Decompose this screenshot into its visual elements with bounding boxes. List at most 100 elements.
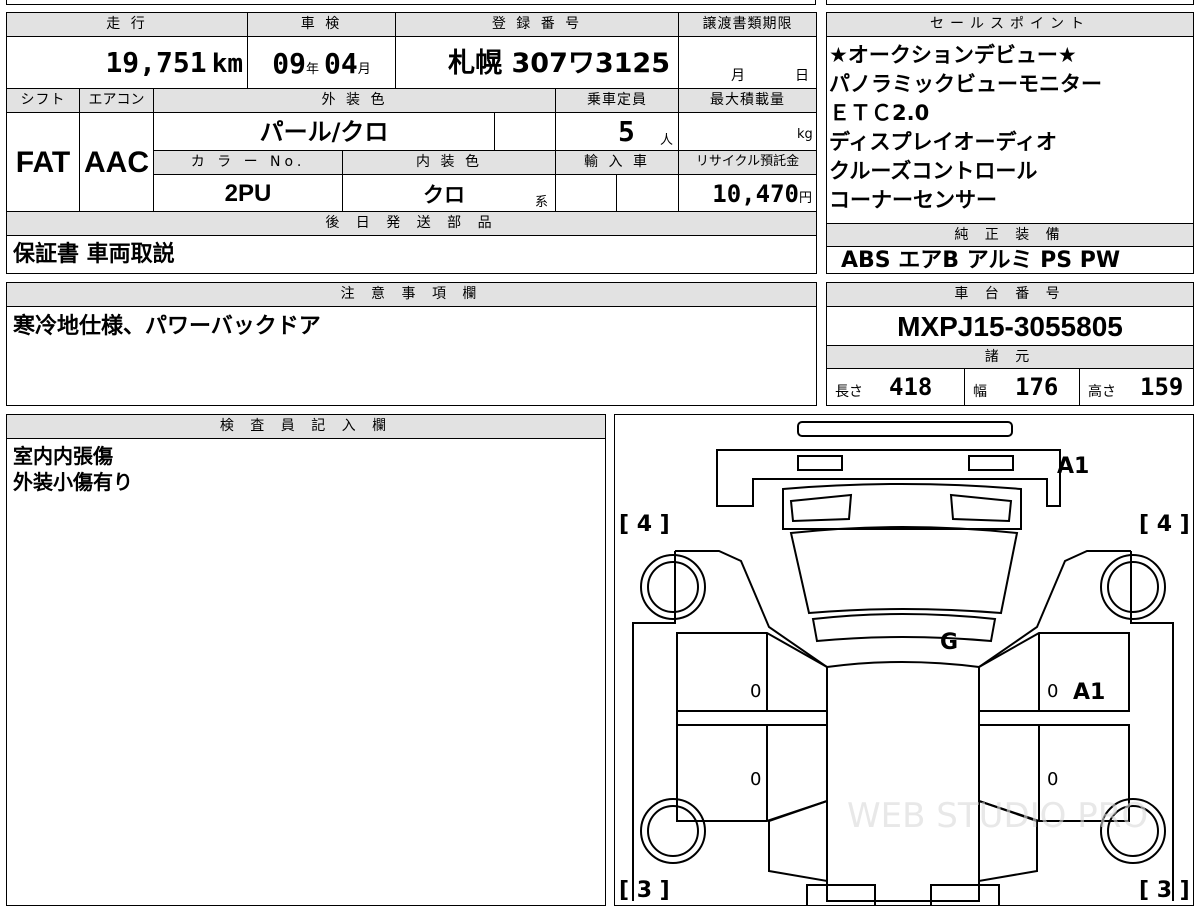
rear-bumper [806,884,876,905]
wheel-front-left [640,554,706,620]
sales-point-item: クルーズコントロール [829,159,1038,183]
sales-points-label: セールスポイント [827,13,1193,37]
load-unit: kg [797,127,813,142]
length-label: 長さ [835,384,863,400]
capacity-unit: 人 [660,133,674,148]
chassis-number: MXPJ15-3055805 [897,311,1123,342]
registration-number: 札幌 307ワ3125 [448,48,670,79]
height-label: 高さ [1088,384,1116,400]
inspector-panel: 検 査 員 記 入 欄 室内内張傷 外装小傷有り [6,414,606,906]
sales-points-panel: セールスポイント ★オークションデビュー★ パノラミックビューモニター ＥＴＣ2… [826,12,1194,274]
sales-point-item: ★オークションデビュー★ [829,43,1077,67]
color-no-value: 2PU [154,175,343,212]
tire-rear-right: [ 3 ] [1139,878,1190,903]
damage-mark-front: A1 [1057,454,1089,479]
front-bumper [797,421,1013,437]
capacity-cell: 5 人 [556,113,679,151]
inspection-cell: 09年 04月 [248,37,396,89]
aircon-value: AAC [80,113,154,212]
mileage-label: 走 行 [7,13,248,37]
exterior-color-value: パール/クロ [259,118,389,146]
door-mark: 0 [1047,769,1058,790]
interior-color-value: クロ [423,183,465,207]
notes-value: 寒冷地仕様、パワーバックドア [13,314,321,339]
import-cell-b [617,175,679,212]
wheel-rear-left [640,798,706,864]
sales-point-item: ＥＴＣ2.0 [829,101,930,125]
later-parts-label: 後 日 発 送 部 品 [7,212,816,236]
recycle-label: リサイクル預託金 [679,151,816,175]
shift-value: FAT [7,113,80,212]
hood-inner [782,483,1022,530]
rear-bumper-right [930,884,1000,905]
exterior-color-label: 外 装 色 [154,89,556,113]
sales-points-list: ★オークションデビュー★ パノラミックビューモニター ＥＴＣ2.0 ディスプレイ… [829,41,1191,215]
recycle-unit: 円 [798,191,812,206]
max-load-cell: kg [679,113,816,151]
aircon-label: エアコン [80,89,154,113]
chassis-label: 車 台 番 号 [827,283,1193,307]
sales-point-item: ディスプレイオーディオ [829,130,1058,154]
door-mark: 0 [750,681,761,702]
month-unit: 月 [357,62,371,77]
front-light-right [968,455,1014,471]
door-mark: 0 [1047,681,1058,702]
interior-color-cell: クロ 系 [343,175,556,212]
specs-label: 諸 元 [827,345,1193,369]
exterior-color-extra [495,113,556,151]
inspection-month: 04 [324,47,358,80]
damage-mark-windshield: G [940,630,958,655]
length-cell: 長さ 418 [827,369,965,405]
front-body-outline [716,449,1061,507]
year-unit: 年 [305,62,319,77]
height-cell: 高さ 159 [1080,369,1193,405]
wheel-front-right-inner [1107,561,1159,613]
height-value: 159 [1140,373,1184,401]
sales-point-item: コーナーセンサー [829,188,997,212]
watermark: WEB STUDIO PRO [847,796,1148,836]
width-value: 176 [1015,373,1059,401]
mileage-cell: 19,751 km [7,37,248,89]
rear-quarter-left [768,799,828,883]
capacity-value: 5 [618,115,635,148]
wheel-front-right [1100,554,1166,620]
chassis-panel: 車 台 番 号 MXPJ15-3055805 諸 元 長さ 418 幅 176 … [826,282,1194,406]
inspection-label: 車 検 [248,13,396,37]
tire-rear-left: [ 3 ] [619,878,670,903]
recycle-cell: 10,470円 [679,175,816,212]
damage-mark-right-door: A1 [1073,680,1105,705]
tire-front-right: [ 4 ] [1139,512,1190,537]
roof-panel [826,661,980,902]
notes-label: 注 意 事 項 欄 [7,283,816,307]
hood-vent-left [789,493,853,523]
inspector-line: 外装小傷有り [13,470,133,494]
recycle-value: 10,470 [712,180,799,208]
door-mark: 0 [750,769,761,790]
roof-front [811,613,997,643]
windshield [789,526,1019,615]
genuine-equipment-label: 純 正 装 備 [827,223,1193,247]
registration-label: 登 録 番 号 [396,13,679,37]
import-cell-a [556,175,617,212]
genuine-equipment-value: ABS エアB アルミ PS PW [841,248,1121,273]
car-diagram-panel: [ 4 ] [ 4 ] [ 3 ] [ 3 ] A1 G A1 0 0 0 0 … [614,414,1194,906]
inspection-year: 09 [272,47,306,80]
tire-front-left: [ 4 ] [619,512,670,537]
vehicle-info-grid: 走 行 車 検 登 録 番 号 譲渡書類期限 19,751 km 09年 04月… [6,12,817,274]
interior-color-label: 内 装 色 [343,151,556,175]
deadline-day-unit: 日 [795,68,809,84]
mileage-value: 19,751 [105,46,207,79]
wheel-rear-left-inner [647,805,699,857]
wheel-front-left-inner [647,561,699,613]
front-light-left [797,455,843,471]
car-diagram: [ 4 ] [ 4 ] [ 3 ] [ 3 ] A1 G A1 0 0 0 0 … [619,421,1190,905]
top-edge [0,0,1200,6]
hood-vent-right [949,493,1013,523]
interior-suffix: 系 [535,195,549,210]
capacity-label: 乗車定員 [556,89,679,113]
registration-cell: 札幌 307ワ3125 [396,37,679,89]
width-label: 幅 [973,384,987,400]
color-no-label: カ ラ ー No. [154,151,343,175]
later-parts-value: 保証書 車両取説 [13,242,175,267]
deadline-cell: 月 日 [679,37,816,89]
